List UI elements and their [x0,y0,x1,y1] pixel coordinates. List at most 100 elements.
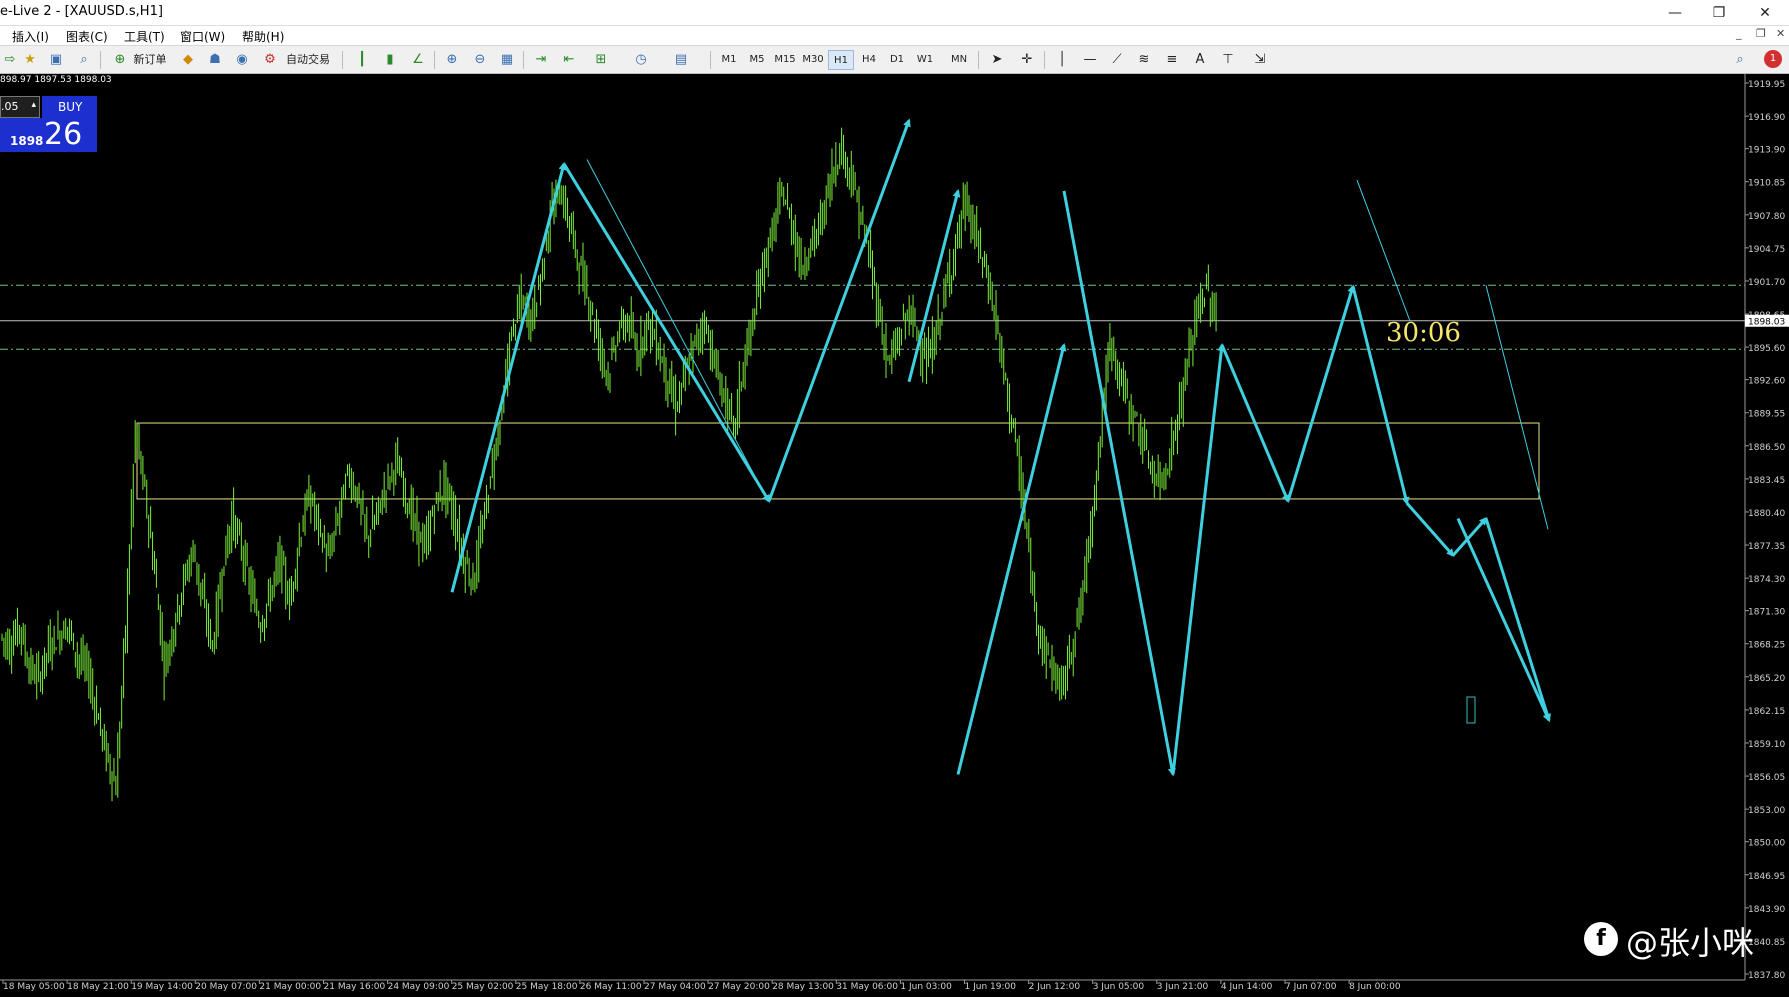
timeframe-m15[interactable]: M15 [772,50,798,70]
tile-windows-icon[interactable]: ▦ [497,50,517,70]
vertical-line-icon[interactable]: │ [1052,50,1072,70]
timeframe-m30[interactable]: M30 [800,50,826,70]
price-tick-label: 1916.90 [1748,113,1785,123]
zigzag-thick-leg [907,188,961,383]
notification-badge[interactable]: 1 [1764,50,1782,68]
lot-value: .05 [1,100,19,113]
menu-charts[interactable]: 图表(C) [66,28,108,45]
toolbar-separator [100,51,101,69]
profiles-icon[interactable]: ★ [20,50,40,70]
chart-shift-icon[interactable]: ⇥ [531,50,551,70]
time-tick-label: 24 May 09:00 [388,982,450,992]
price-tick-label: 1853.00 [1748,806,1785,816]
timeframe-m5[interactable]: M5 [744,50,770,70]
zigzag-thick-leg [1405,502,1455,557]
trendline-icon[interactable]: ⟋ [1107,50,1127,70]
line-chart-icon[interactable]: ∠ [408,50,428,70]
candlestick-icon[interactable]: ▮ [380,50,400,70]
zoom-out-icon[interactable]: ⊖ [470,50,490,70]
time-tick-label: 20 May 07:00 [195,982,257,992]
time-tick-label: 18 May 21:00 [67,982,129,992]
print-preview-icon[interactable]: ⌕ [74,50,94,70]
indicators-icon[interactable]: ⊞ [591,50,611,70]
periods-clock-icon[interactable]: ◷ [631,50,651,70]
time-tick-label: 2 Jun 12:00 [1029,982,1081,992]
zigzag-connector-leg [1171,342,1226,775]
close-button[interactable]: ✕ [1743,0,1787,26]
time-tick-label: 31 May 06:00 [836,982,898,992]
timeframe-h4[interactable]: H4 [856,50,882,70]
zoom-in-icon[interactable]: ⊕ [442,50,462,70]
bar-chart-icon[interactable]: ┃ [352,50,372,70]
price-tick-label: 1907.80 [1748,212,1785,222]
fibonacci-icon[interactable]: ≋ [1134,50,1154,70]
timeframe-m1[interactable]: M1 [716,50,742,70]
price-tick-label: 1877.35 [1748,542,1785,552]
new-order-icon[interactable]: ⊕ [110,50,130,70]
auto-trading-icon[interactable]: ⚙ [260,50,280,70]
new-order-button[interactable]: 新订单 [130,50,170,70]
window-icon[interactable]: ▣ [46,50,66,70]
ohlc-readout: 898.97 1897.53 1898.03 [0,75,112,85]
horizontal-line-icon[interactable]: — [1080,50,1100,70]
buy-price-small: 1898 [10,134,44,148]
chart-window[interactable]: 1919.95 1916.90 1913.90 1910.85 1907.80 1904.… [0,74,1789,997]
timeframe-mn[interactable]: MN [946,50,972,70]
zigzag-thin-leg [586,159,769,502]
price-tick-label: 1868.25 [1748,641,1785,651]
price-axis-border [0,74,1746,981]
time-tick-label: 25 May 18:00 [516,982,578,992]
price-tick-label: 1874.30 [1748,575,1785,585]
templates-icon[interactable]: ▤ [671,50,691,70]
auto-trading-button[interactable]: 自动交易 [282,50,334,70]
window-title: e-Live 2 - [XAUUSD.s,H1] [0,4,163,19]
mdi-restore-button[interactable]: ❐ [1756,27,1766,40]
price-chart[interactable]: 1919.95 1916.90 1913.90 1910.85 1907.80 1904.… [0,74,1789,997]
cursor-icon[interactable]: ➤ [987,50,1007,70]
menu-tools[interactable]: 工具(T) [124,28,165,45]
mdi-minimize-button[interactable]: _ [1736,27,1742,40]
price-tick-label: 1886.50 [1748,443,1785,453]
zigzag-thick-leg [1456,517,1551,723]
zigzag-connector-leg [1484,518,1552,723]
metaeditor-icon[interactable]: ◆ [178,50,198,70]
buy-label: BUY [58,100,83,114]
price-levels [0,284,1745,724]
text-tool-icon[interactable]: A [1190,50,1210,70]
maximize-button[interactable]: ❐ [1697,0,1741,26]
price-tick-label: 1837.80 [1748,971,1785,981]
menu-help[interactable]: 帮助(H) [242,28,284,45]
price-tick-label: 1859.10 [1748,740,1785,750]
lot-spin-icon[interactable]: ▴ [31,100,36,110]
lot-input[interactable]: .05 ▴ [0,96,40,118]
price-tick-label: 1892.60 [1748,377,1785,387]
zigzag-thick-leg [450,161,567,593]
text-label-icon[interactable]: ⊤ [1218,50,1238,70]
timeframe-w1[interactable]: W1 [912,50,938,70]
time-tick-label: 4 Jun 14:00 [1221,982,1273,992]
price-axis: 1919.95 1916.90 1913.90 1910.85 1907.80 1904.… [1745,80,1789,981]
time-tick-label: 27 May 04:00 [644,982,706,992]
timeframe-h1[interactable]: H1 [828,50,854,70]
time-tick-label: 18 May 05:00 [3,982,65,992]
candle-countdown: 30:06 [1386,318,1461,348]
market-watch-icon[interactable]: ☗ [205,50,225,70]
mdi-close-button[interactable]: ✕ [1776,27,1785,40]
crosshair-icon[interactable]: ✛ [1017,50,1037,70]
time-tick-label: 8 Jun 00:00 [1349,982,1401,992]
menu-insert[interactable]: 插入(I) [12,28,49,45]
signals-icon[interactable]: ◉ [232,50,252,70]
timeframe-d1[interactable]: D1 [884,50,910,70]
channel-icon[interactable]: ≡ [1162,50,1182,70]
time-tick-label: 21 May 00:00 [259,982,321,992]
price-tick-label: 1889.55 [1748,410,1785,420]
auto-scroll-icon[interactable]: ⇤ [559,50,579,70]
menu-window[interactable]: 窗口(W) [180,28,225,45]
navigator-arrow-icon[interactable]: ⇨ [0,50,20,70]
price-tick-label: 1865.20 [1748,674,1785,684]
minimize-button[interactable]: — [1653,0,1697,26]
marker-box [1466,696,1476,724]
time-tick-label: 27 May 20:00 [708,982,770,992]
search-icon[interactable]: ⌕ [1730,50,1750,70]
arrows-tool-icon[interactable]: ⇲ [1250,50,1270,70]
